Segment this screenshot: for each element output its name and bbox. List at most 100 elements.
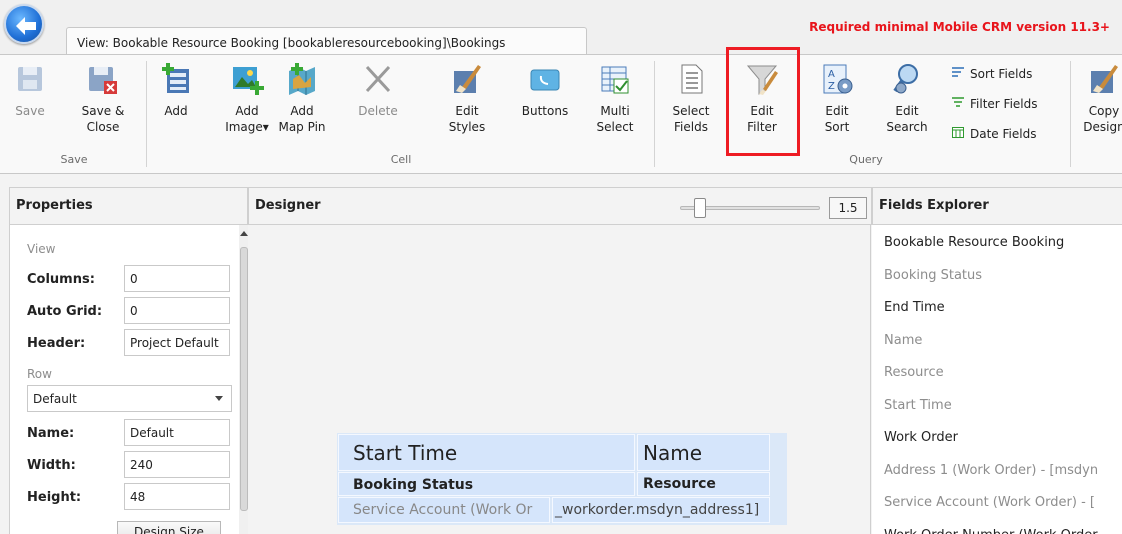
edit-styles-label-1: Edit xyxy=(455,104,479,118)
save-close-label-2: Close xyxy=(86,120,120,134)
edit-styles-label-2: Styles xyxy=(448,120,486,134)
filter-fields-button[interactable]: Filter Fields xyxy=(952,96,1037,111)
field-item[interactable]: Service Account (Work Order) - [ xyxy=(884,495,1095,510)
zoom-value[interactable]: 1.5 xyxy=(829,197,867,219)
sort-fields-label: Sort Fields xyxy=(970,67,1033,81)
required-version-note: Required minimal Mobile CRM version 11.3… xyxy=(809,20,1110,34)
sort-fields-button[interactable]: Sort Fields xyxy=(952,66,1032,81)
sort-lines-icon xyxy=(952,66,966,81)
field-item[interactable]: Name xyxy=(884,333,922,348)
field-item[interactable]: Bookable Resource Booking xyxy=(884,235,1064,250)
map-pin-icon xyxy=(285,61,319,97)
auto-grid-field[interactable]: 0 xyxy=(124,297,230,324)
copy-design-button[interactable]: Copy Design xyxy=(1078,61,1122,135)
cell-address[interactable]: _workorder.msdyn_address1] xyxy=(552,497,770,523)
edit-search-button[interactable]: Edit Search xyxy=(882,61,932,135)
edit-filter-button[interactable]: Edit Filter xyxy=(738,61,786,135)
copy-design-label-2: Design xyxy=(1083,120,1122,134)
calendar-icon xyxy=(952,126,966,141)
save-label: Save xyxy=(15,104,45,118)
row-style-select[interactable]: Default xyxy=(27,385,232,412)
field-item[interactable]: Address 1 (Work Order) - [msdyn xyxy=(884,463,1098,478)
group-label-cell: Cell xyxy=(390,153,412,166)
name-label: Name: xyxy=(27,426,75,441)
date-fields-label: Date Fields xyxy=(970,127,1037,141)
row-preview[interactable]: Start Time Name Booking Status Resource … xyxy=(337,433,787,525)
select-fields-label-1: Select xyxy=(672,104,710,118)
add-image-button[interactable]: Add Image▾ xyxy=(222,61,272,135)
delete-button[interactable]: Delete xyxy=(352,61,404,119)
filter-funnel-icon xyxy=(745,61,779,97)
title-bar: View: Bookable Resource Booking [bookabl… xyxy=(0,0,1122,56)
height-label: Height: xyxy=(27,490,82,505)
cell-start-time[interactable]: Start Time xyxy=(338,434,635,471)
zoom-slider-thumb[interactable] xyxy=(694,198,706,218)
edit-filter-label-2: Filter xyxy=(747,120,777,134)
buttons-button[interactable]: Buttons xyxy=(516,61,574,119)
scroll-up-arrow-icon[interactable] xyxy=(240,231,248,236)
edit-sort-label-2: Sort xyxy=(824,120,850,134)
header-select-value: Project Default xyxy=(130,336,219,350)
field-item[interactable]: Work Order xyxy=(884,430,958,445)
fields-explorer-list: Bookable Resource Booking Booking Status E… xyxy=(872,225,1122,534)
height-field[interactable]: 48 xyxy=(124,483,230,510)
columns-field[interactable]: 0 xyxy=(124,265,230,292)
chevron-down-icon xyxy=(215,396,223,401)
field-item[interactable]: Work Order Number (Work Order xyxy=(884,528,1098,534)
cell-service-account[interactable]: Service Account (Work Or xyxy=(338,497,550,523)
date-fields-button[interactable]: Date Fields xyxy=(952,126,1036,141)
add-label: Add xyxy=(164,104,188,118)
cell-resource[interactable]: Resource xyxy=(637,472,770,496)
add-map-pin-button[interactable]: Add Map Pin xyxy=(272,61,332,135)
save-close-button[interactable]: Save & Close xyxy=(74,61,132,135)
fields-explorer-header: Fields Explorer xyxy=(872,187,1122,225)
multi-select-label-1: Multi xyxy=(600,104,630,118)
field-item[interactable]: Start Time xyxy=(884,398,952,413)
cell-name[interactable]: Name xyxy=(637,434,770,471)
view-tab[interactable]: View: Bookable Resource Booking [bookabl… xyxy=(66,27,587,56)
header-label: Header: xyxy=(27,336,86,351)
name-field[interactable]: Default xyxy=(124,419,230,446)
columns-label: Columns: xyxy=(27,272,95,287)
select-fields-label-2: Fields xyxy=(674,120,708,134)
phone-button-icon xyxy=(528,61,562,97)
add-map-pin-label-2: Map Pin xyxy=(278,120,326,134)
width-field[interactable]: 240 xyxy=(124,451,230,478)
filter-lines-icon xyxy=(952,96,966,111)
edit-styles-button[interactable]: Edit Styles xyxy=(444,61,490,135)
edit-search-label-1: Edit xyxy=(895,104,919,118)
field-item[interactable]: End Time xyxy=(884,300,945,315)
width-label: Width: xyxy=(27,458,76,473)
copy-design-label-1: Copy xyxy=(1088,104,1120,118)
svg-text:Z: Z xyxy=(828,81,835,92)
multi-select-label-2: Select xyxy=(596,120,634,134)
header-select[interactable]: Project Default xyxy=(124,329,230,356)
field-item[interactable]: Resource xyxy=(884,365,944,380)
design-size-button[interactable]: Design Size xyxy=(117,521,221,534)
delete-icon xyxy=(361,61,395,97)
magnifier-gear-icon xyxy=(890,61,924,97)
sort-az-gear-icon: AZ xyxy=(820,61,854,97)
scrollbar-thumb[interactable] xyxy=(240,247,248,511)
multi-select-button[interactable]: Multi Select xyxy=(590,61,640,135)
ribbon-separator xyxy=(146,61,147,167)
add-button[interactable]: Add xyxy=(156,61,196,119)
add-cell-icon xyxy=(159,61,193,97)
ribbon-separator xyxy=(1070,61,1071,167)
save-button[interactable]: Save xyxy=(10,61,50,119)
section-view: View xyxy=(27,242,56,256)
group-label-save: Save xyxy=(60,153,88,166)
cell-booking-status[interactable]: Booking Status xyxy=(338,472,635,496)
section-row: Row xyxy=(27,367,52,381)
properties-header: Properties xyxy=(9,187,248,225)
field-item[interactable]: Booking Status xyxy=(884,268,982,283)
save-icon xyxy=(13,61,47,97)
back-button[interactable] xyxy=(4,4,44,44)
edit-filter-label-1: Edit xyxy=(750,104,774,118)
add-image-label-2: Image▾ xyxy=(225,120,269,134)
save-close-label-1: Save & xyxy=(81,104,125,118)
select-fields-button[interactable]: Select Fields xyxy=(668,61,714,135)
edit-sort-button[interactable]: AZ Edit Sort xyxy=(816,61,858,135)
multi-select-icon xyxy=(598,61,632,97)
properties-pane: View Columns: 0 Auto Grid: 0 Header: Pro… xyxy=(9,225,249,534)
